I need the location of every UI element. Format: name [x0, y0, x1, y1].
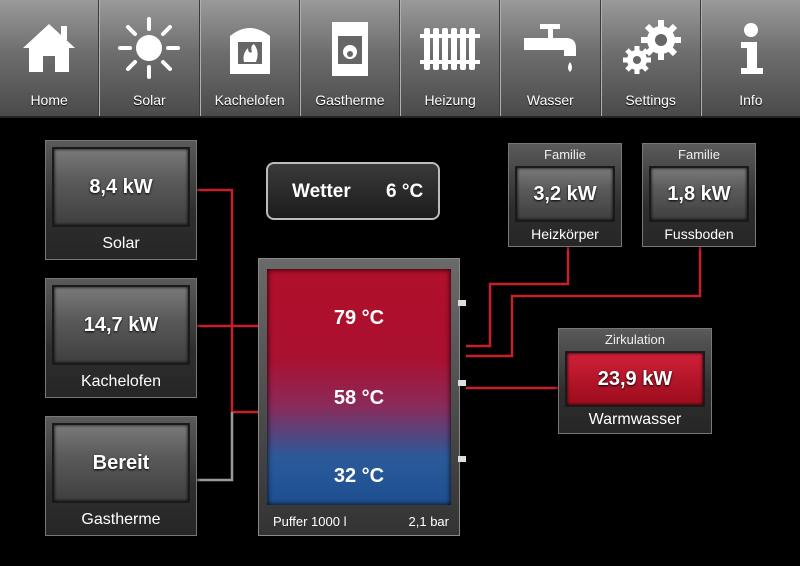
kachelofen-panel[interactable]: 14,7 kW Kachelofen: [45, 278, 197, 398]
fussboden-label: Fussboden: [664, 226, 734, 242]
gastherme-label: Gastherme: [81, 511, 161, 528]
weather-value: 6 °C: [386, 181, 424, 202]
tank-port-bottom: [458, 456, 466, 462]
pipe-solar: [196, 188, 258, 414]
solar-panel[interactable]: 8,4 kW Solar: [45, 140, 197, 260]
tank-port-top: [458, 300, 466, 306]
fussboden-value: 1,8 kW: [649, 166, 749, 222]
tank-port-mid: [458, 380, 466, 386]
kachelofen-label: Kachelofen: [80, 373, 162, 390]
solar-value: 8,4 kW: [52, 147, 190, 227]
fussboden-panel[interactable]: Familie 1,8 kW Fussboden: [642, 143, 756, 247]
puffer-temp-bottom: 32 °C: [333, 465, 385, 487]
puffer-name: Puffer 1000 l: [273, 514, 347, 529]
gastherme-panel[interactable]: Bereit Gastherme: [45, 416, 197, 536]
solar-label: Solar: [102, 235, 140, 252]
weather-label: Wetter: [292, 181, 351, 202]
heizkoerper-group: Familie: [544, 147, 586, 162]
warmwasser-panel[interactable]: Zirkulation 23,9 kW Warmwasser: [558, 328, 712, 434]
heizkoerper-panel[interactable]: Familie 3,2 kW Heizkörper: [508, 143, 622, 247]
warmwasser-group: Zirkulation: [605, 332, 665, 347]
puffer-gradient: 79 °C 58 °C 32 °C: [267, 269, 451, 505]
heizkoerper-label: Heizkörper: [531, 226, 599, 242]
puffer-pressure: 2,1 bar: [408, 514, 449, 529]
pipe-gastherme: [196, 412, 234, 482]
warmwasser-value: 23,9 kW: [565, 351, 705, 407]
puffer-temp-top: 79 °C: [333, 307, 385, 329]
puffer-temp-mid: 58 °C: [333, 387, 385, 409]
kachelofen-value: 14,7 kW: [52, 285, 190, 365]
gastherme-value: Bereit: [52, 423, 190, 503]
puffer-tank[interactable]: 79 °C 58 °C 32 °C Puffer 1000 l 2,1 bar: [258, 258, 460, 536]
warmwasser-label: Warmwasser: [588, 411, 682, 428]
weather-display: Wetter 6 °C: [266, 162, 440, 220]
fussboden-group: Familie: [678, 147, 720, 162]
heizkoerper-value: 3,2 kW: [515, 166, 615, 222]
